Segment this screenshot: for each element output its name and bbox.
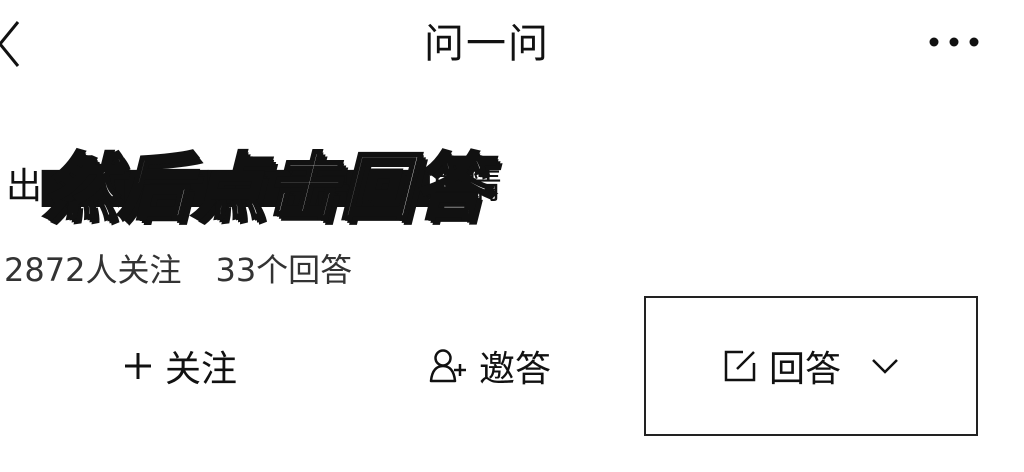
overlay-caption: 然后点击回答: [42, 144, 489, 231]
action-bar: 关注 邀答 回答: [0, 296, 1024, 436]
invite-label: 邀答: [478, 349, 551, 390]
answer-label: 回答: [768, 349, 841, 390]
followers-count: 2872人关注: [4, 251, 182, 289]
follow-label: 关注: [164, 349, 237, 390]
top-navigation-bar: 问一问: [0, 0, 1024, 90]
answers-count[interactable]: 33个回答: [215, 251, 352, 289]
question-stats: 2872人关注 33个回答: [4, 248, 352, 292]
more-horizontal-icon: [929, 37, 979, 47]
follow-button[interactable]: 关注: [60, 296, 300, 436]
more-options-button[interactable]: [922, 30, 982, 54]
edit-icon: [723, 349, 757, 383]
chevron-down-icon[interactable]: [871, 357, 899, 375]
user-plus-icon: [429, 348, 467, 384]
answer-button[interactable]: 回答: [644, 296, 978, 436]
page-title: 问一问: [424, 21, 550, 67]
invite-answer-button[interactable]: 邀答: [370, 296, 610, 436]
plus-icon: [123, 351, 153, 381]
